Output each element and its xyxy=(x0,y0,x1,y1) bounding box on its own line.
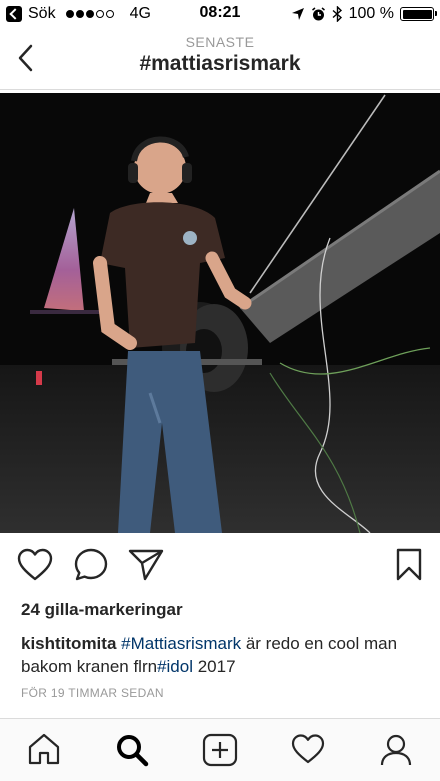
alarm-clock-icon xyxy=(311,6,325,20)
bookmark-icon[interactable] xyxy=(396,548,422,582)
battery-percentage: 100 % xyxy=(348,5,394,22)
post-photo[interactable] xyxy=(0,93,440,533)
hashtag-link[interactable]: #idol xyxy=(157,657,193,676)
status-bar: Sök 4G 08:21 100 % xyxy=(0,0,440,28)
activity-icon[interactable] xyxy=(291,733,325,765)
heart-icon[interactable] xyxy=(17,548,53,582)
add-icon[interactable] xyxy=(202,733,238,767)
post-caption: kishtitomita #Mattiasrismark är redo en … xyxy=(21,632,426,678)
bottom-tab-bar xyxy=(0,718,440,781)
send-icon[interactable] xyxy=(128,548,164,582)
caption-text-end: 2017 xyxy=(193,657,236,676)
status-right: 100 % xyxy=(291,5,437,23)
location-arrow-icon xyxy=(291,8,304,20)
battery-icon xyxy=(400,7,437,21)
post-actions xyxy=(0,540,440,596)
bluetooth-icon xyxy=(332,6,342,22)
like-count[interactable]: 24 gilla-markeringar xyxy=(21,600,183,620)
header-subtitle: SENASTE xyxy=(185,34,255,50)
search-icon[interactable] xyxy=(115,733,149,767)
caption-username[interactable]: kishtitomita xyxy=(21,634,116,653)
comment-icon[interactable] xyxy=(74,548,108,582)
post-timestamp: FÖR 19 TIMMAR SEDAN xyxy=(21,686,164,700)
profile-icon[interactable] xyxy=(379,733,413,767)
navigation-header: SENASTE #mattiasrismark xyxy=(0,28,440,90)
home-icon[interactable] xyxy=(27,733,61,765)
page-title: #mattiasrismark xyxy=(139,52,301,75)
hashtag-link[interactable]: #Mattiasrismark xyxy=(121,634,241,653)
